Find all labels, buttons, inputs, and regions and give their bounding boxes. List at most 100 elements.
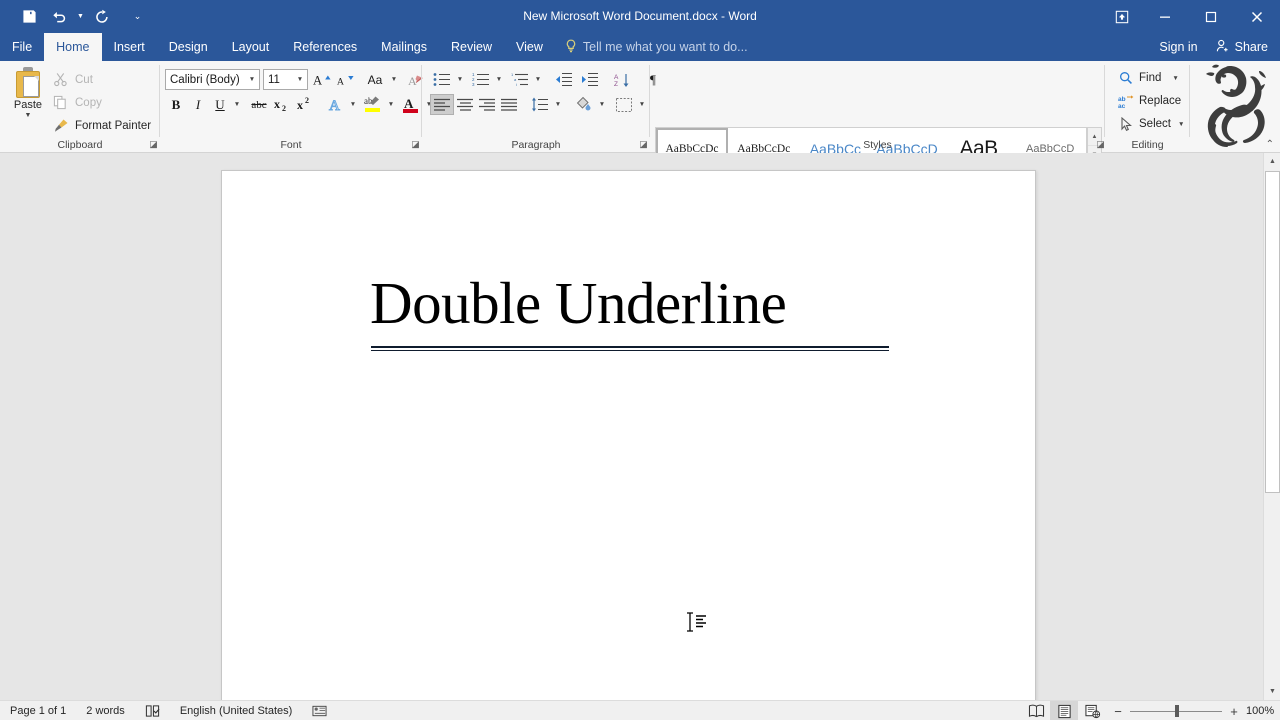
redo-icon[interactable] [87,4,117,30]
numbering-button[interactable]: 123 [469,69,493,90]
text-effects-button[interactable]: A [325,94,347,115]
zoom-in-button[interactable]: + [1228,704,1240,719]
multilevel-list-button[interactable]: 1ai [508,69,532,90]
share-button[interactable]: Share [1208,33,1280,61]
bullets-dropdown-icon[interactable]: ▼ [454,69,466,90]
align-right-button[interactable] [475,94,499,115]
underline-dropdown-icon[interactable]: ▼ [231,94,243,115]
paste-button[interactable]: Paste ▼ [6,65,50,133]
text-highlight-color-button[interactable]: ab [361,94,385,115]
strikethrough-button[interactable]: abc [246,94,272,115]
line-spacing-button[interactable] [528,94,552,115]
font-family-combo[interactable]: Calibri (Body) ▼ [165,69,260,90]
zoom-slider[interactable] [1130,704,1222,718]
tab-mailings[interactable]: Mailings [369,33,439,61]
replace-icon: ab ac [1118,93,1134,109]
tab-home[interactable]: Home [44,33,102,61]
multilevel-list-dropdown-icon[interactable]: ▼ [532,69,544,90]
macro-record-icon[interactable] [302,704,337,718]
decrease-indent-button[interactable] [552,69,576,90]
tab-file[interactable]: File [0,33,44,61]
document-page[interactable]: Double Underline [221,170,1036,700]
font-size-combo[interactable]: 11 ▼ [263,69,308,90]
read-mode-view-button[interactable] [1022,701,1050,720]
zoom-out-button[interactable]: − [1112,704,1124,719]
font-dialog-launcher[interactable]: ◪ [410,139,421,150]
copy-button[interactable]: Copy [52,92,102,113]
select-button[interactable]: Select ▼ [1118,113,1184,135]
text-effects-dropdown-icon[interactable]: ▼ [347,94,359,115]
cursor-arrow-icon [1118,116,1134,132]
grow-font-button[interactable]: A [311,69,333,90]
paragraph-dialog-launcher[interactable]: ◪ [638,139,649,150]
word-count[interactable]: 2 words [76,705,135,717]
page-indicator[interactable]: Page 1 of 1 [0,705,76,717]
line-spacing-dropdown-icon[interactable]: ▼ [552,94,564,115]
superscript-button[interactable]: x2 [296,94,318,115]
change-case-dropdown-icon[interactable]: ▼ [388,69,400,90]
collapse-ribbon-icon[interactable]: ⌃ [1266,139,1274,150]
justify-button[interactable] [497,94,521,115]
text-highlight-dropdown-icon[interactable]: ▼ [385,94,397,115]
scroll-down-icon[interactable]: ▼ [1265,683,1280,700]
tab-design[interactable]: Design [157,33,220,61]
ribbon-group-styles: Styles ◪ [650,61,1105,153]
tab-view[interactable]: View [504,33,555,61]
web-layout-view-button[interactable] [1078,701,1106,720]
increase-indent-button[interactable] [578,69,602,90]
sort-button[interactable]: AZ [611,69,635,90]
language-indicator[interactable]: English (United States) [170,705,303,717]
underline-button[interactable]: U [209,94,231,115]
zoom-slider-handle[interactable] [1175,705,1179,717]
paste-icon [14,67,42,99]
italic-button[interactable]: I [187,94,209,115]
close-icon[interactable] [1234,0,1280,33]
replace-button[interactable]: ab ac Replace [1118,90,1181,112]
paste-dropdown-icon[interactable]: ▼ [25,112,32,119]
zoom-level-label[interactable]: 100% [1246,705,1280,717]
shading-dropdown-icon[interactable]: ▼ [596,94,608,115]
font-size-dropdown-icon[interactable]: ▼ [293,70,307,89]
font-family-dropdown-icon[interactable]: ▼ [245,70,259,89]
change-case-button[interactable]: Aa [362,69,388,90]
borders-button[interactable] [612,94,636,115]
format-painter-button[interactable]: Format Painter [52,115,151,136]
save-icon[interactable] [14,4,44,30]
document-canvas[interactable]: Double Underline [0,153,1280,700]
scrollbar-thumb[interactable] [1265,171,1280,493]
scroll-up-icon[interactable]: ▲ [1265,153,1280,170]
shrink-font-button[interactable]: A [334,69,356,90]
status-bar: Page 1 of 1 2 words English (United Stat… [0,700,1280,720]
restore-icon[interactable] [1188,0,1234,33]
vertical-scrollbar[interactable]: ▲ ▼ [1263,153,1280,700]
ribbon-display-options-icon[interactable] [1102,0,1142,33]
minimize-icon[interactable] [1142,0,1188,33]
font-color-button[interactable]: A [399,94,423,115]
sign-in-button[interactable]: Sign in [1149,33,1207,61]
clipboard-dialog-launcher[interactable]: ◪ [148,139,159,150]
find-dropdown-icon[interactable]: ▼ [1172,75,1178,82]
tell-me-search[interactable]: Tell me what you want to do... [565,33,748,61]
bold-button[interactable]: B [165,94,187,115]
subscript-button[interactable]: x2 [273,94,295,115]
borders-dropdown-icon[interactable]: ▼ [636,94,648,115]
paintbrush-icon [52,117,69,134]
bullets-button[interactable] [430,69,454,90]
numbering-dropdown-icon[interactable]: ▼ [493,69,505,90]
find-button[interactable]: Find ▼ [1118,67,1179,89]
customize-quick-access-toolbar-icon[interactable]: ⌄ [131,4,144,30]
undo-icon[interactable] [44,4,74,30]
shading-button[interactable] [572,94,596,115]
print-layout-view-button[interactable] [1050,701,1078,720]
cut-button[interactable]: Cut [52,69,93,90]
select-dropdown-icon[interactable]: ▼ [1178,121,1184,128]
svg-text:Z: Z [614,81,618,88]
align-center-button[interactable] [453,94,477,115]
tab-layout[interactable]: Layout [220,33,282,61]
tab-review[interactable]: Review [439,33,504,61]
proofing-errors-icon[interactable] [135,704,170,718]
align-left-button[interactable] [430,94,454,115]
undo-dropdown-icon[interactable]: ▼ [74,4,87,30]
tab-references[interactable]: References [281,33,369,61]
tab-insert[interactable]: Insert [102,33,157,61]
